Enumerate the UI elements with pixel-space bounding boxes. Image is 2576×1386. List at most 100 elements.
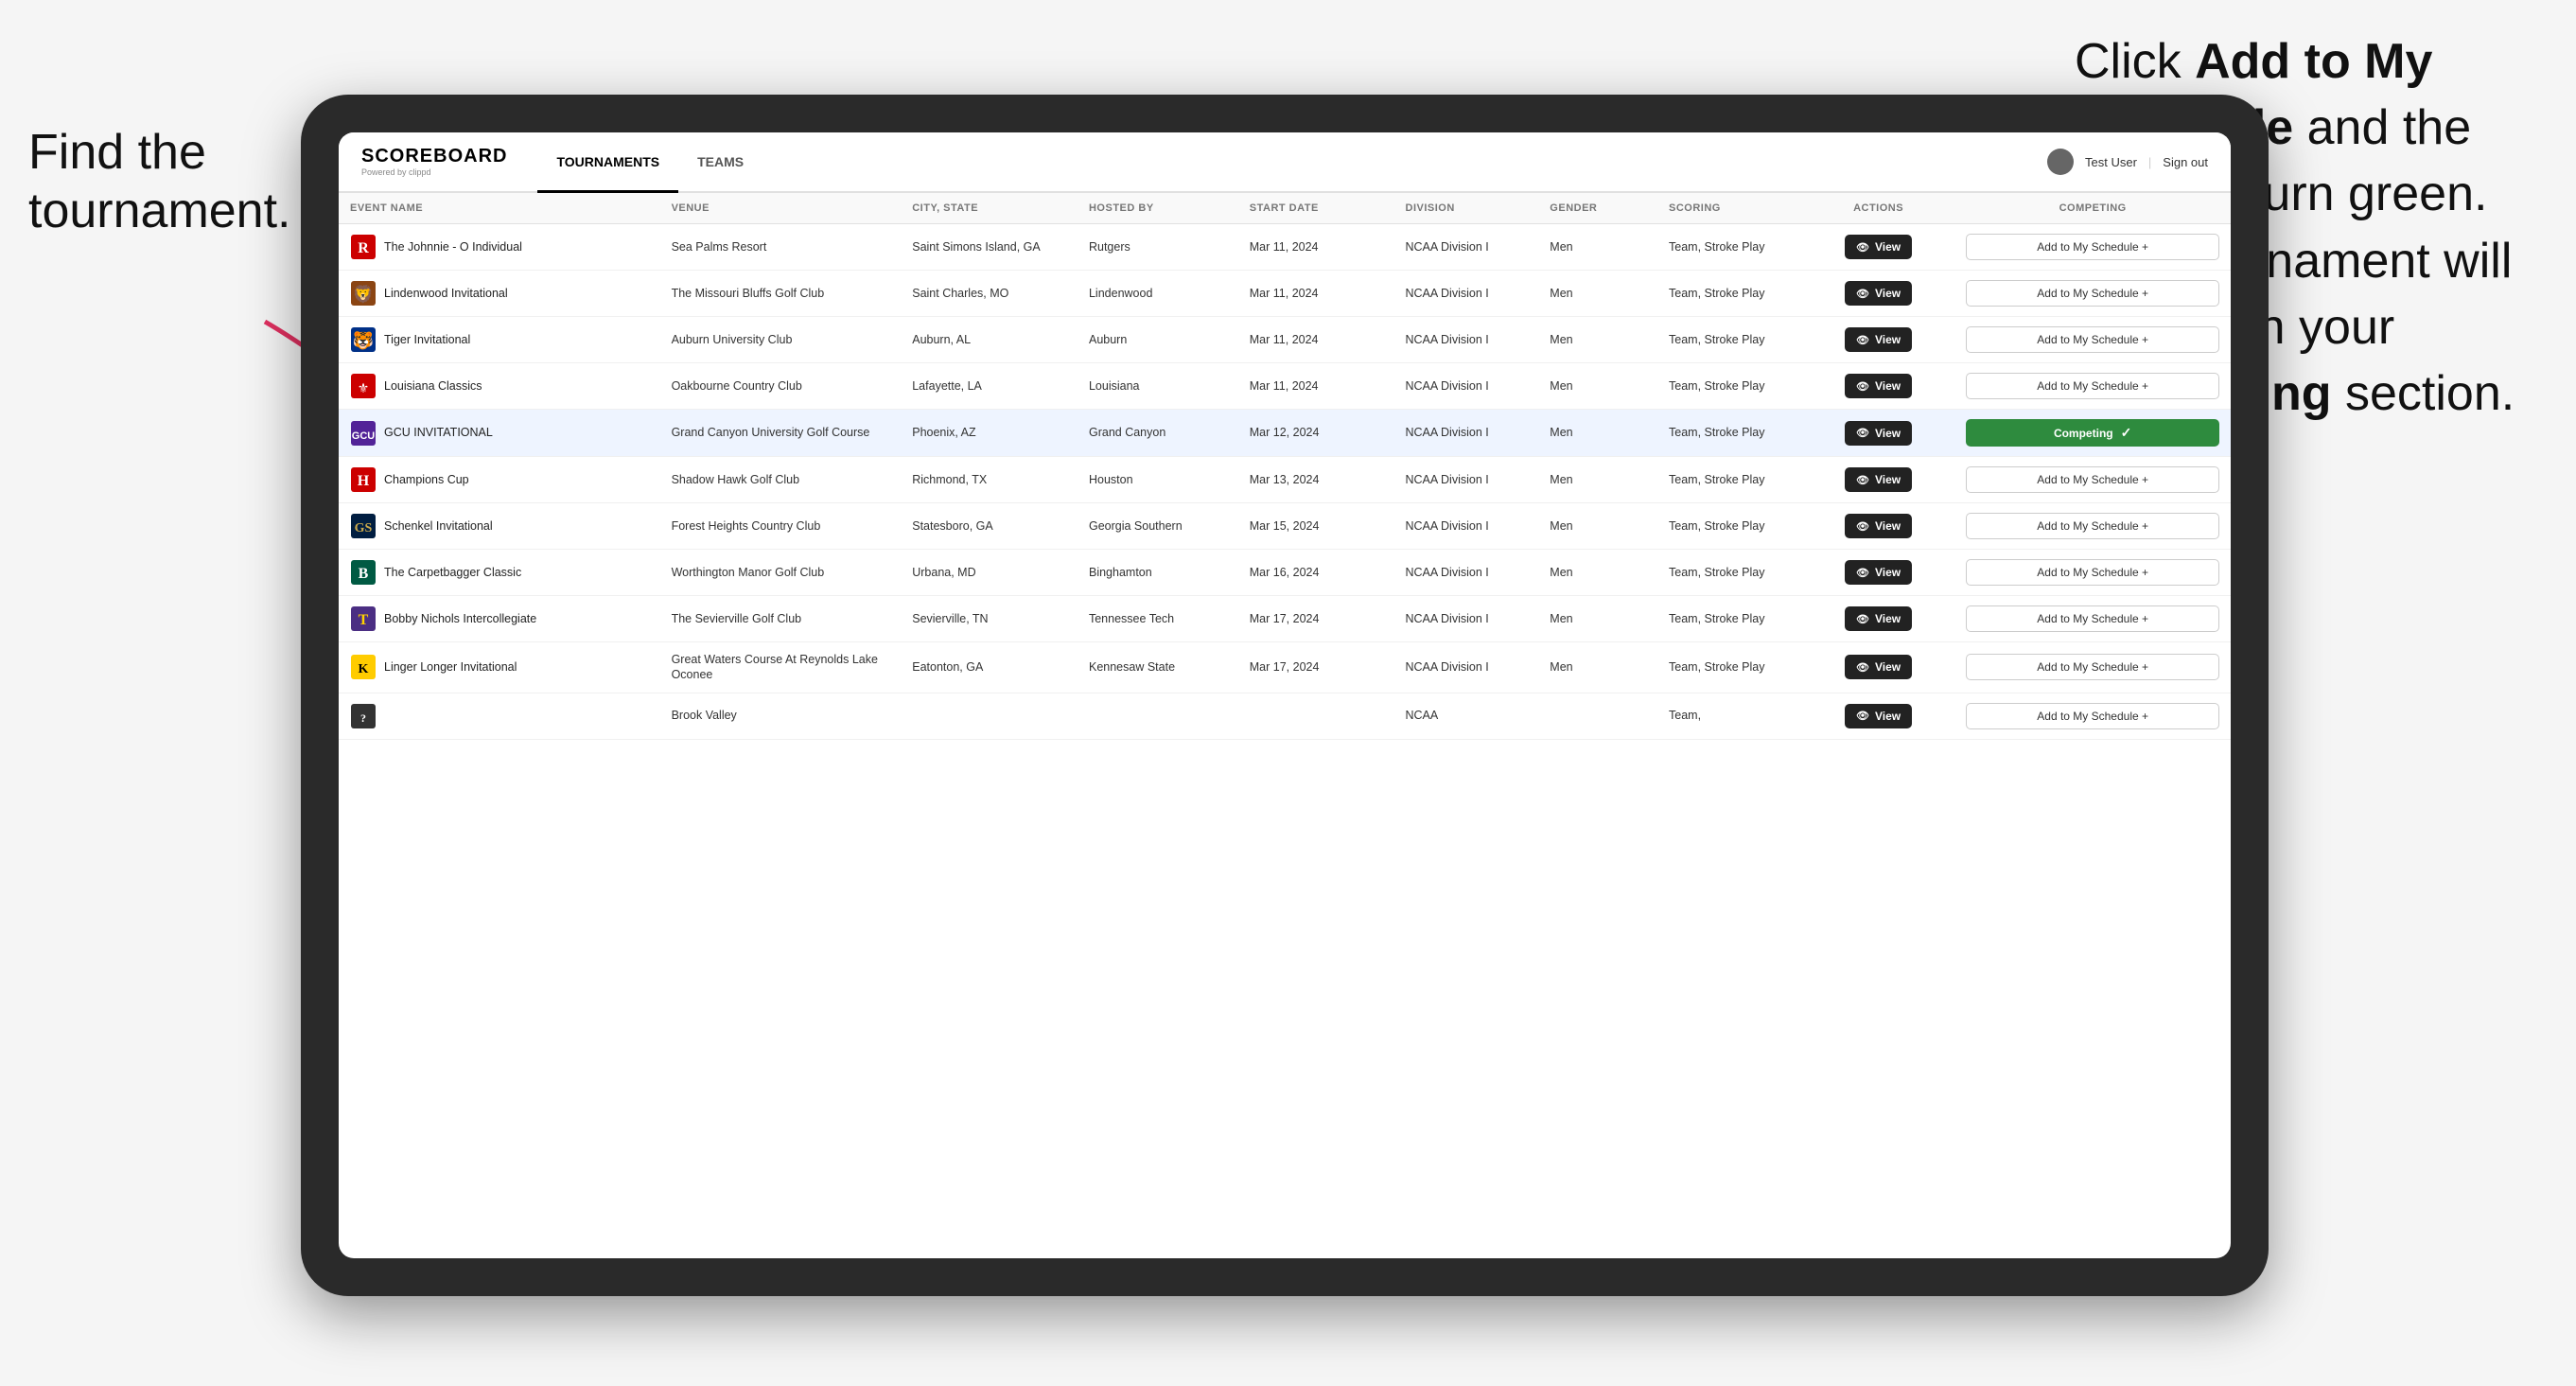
- team-logo: H: [350, 466, 377, 493]
- scoring-cell: Team, Stroke Play: [1657, 317, 1802, 363]
- event-name: Lindenwood Invitational: [384, 286, 508, 301]
- city-cell: Phoenix, AZ: [901, 410, 1078, 457]
- event-name: Schenkel Invitational: [384, 518, 493, 534]
- gender-cell: Men: [1538, 457, 1657, 503]
- sign-out-link[interactable]: Sign out: [2163, 155, 2208, 169]
- actions-cell: 👁 View: [1802, 457, 1954, 503]
- view-button[interactable]: 👁 View: [1845, 235, 1912, 259]
- team-logo: K: [350, 654, 377, 680]
- hosted-cell: Georgia Southern: [1078, 503, 1238, 550]
- eye-icon: 👁: [1856, 380, 1869, 393]
- city-cell: Auburn, AL: [901, 317, 1078, 363]
- scoring-cell: Team, Stroke Play: [1657, 550, 1802, 596]
- hosted-cell: Louisiana: [1078, 363, 1238, 410]
- competing-cell: Add to My Schedule +: [1954, 596, 2231, 642]
- view-button[interactable]: 👁 View: [1845, 374, 1912, 398]
- add-schedule-button[interactable]: Add to My Schedule +: [1966, 513, 2219, 539]
- date-cell: Mar 11, 2024: [1238, 271, 1394, 317]
- view-button[interactable]: 👁 View: [1845, 514, 1912, 538]
- view-button[interactable]: 👁 View: [1845, 606, 1912, 631]
- col-header-hosted: HOSTED BY: [1078, 193, 1238, 224]
- col-header-venue: VENUE: [660, 193, 902, 224]
- eye-icon: 👁: [1856, 613, 1869, 625]
- tablet-screen: SCOREBOARD Powered by clippd TOURNAMENTS…: [339, 132, 2231, 1258]
- eye-icon: 👁: [1856, 567, 1869, 579]
- event-name: GCU INVITATIONAL: [384, 425, 493, 440]
- add-schedule-button[interactable]: Add to My Schedule +: [1966, 280, 2219, 307]
- col-header-date: START DATE: [1238, 193, 1394, 224]
- col-header-city: CITY, STATE: [901, 193, 1078, 224]
- tab-tournaments[interactable]: TOURNAMENTS: [537, 132, 678, 193]
- view-button[interactable]: 👁 View: [1845, 560, 1912, 585]
- col-header-gender: GENDER: [1538, 193, 1657, 224]
- hosted-cell: Auburn: [1078, 317, 1238, 363]
- actions-cell: 👁 View: [1802, 224, 1954, 271]
- col-header-event: EVENT NAME: [339, 193, 660, 224]
- date-cell: [1238, 693, 1394, 739]
- view-button[interactable]: 👁 View: [1845, 281, 1912, 306]
- add-schedule-button[interactable]: Add to My Schedule +: [1966, 234, 2219, 260]
- add-schedule-button[interactable]: Add to My Schedule +: [1966, 605, 2219, 632]
- gender-cell: Men: [1538, 224, 1657, 271]
- add-schedule-button[interactable]: Add to My Schedule +: [1966, 703, 2219, 729]
- tournaments-table: EVENT NAME VENUE CITY, STATE HOSTED BY S…: [339, 193, 2231, 740]
- competing-cell: Add to My Schedule +: [1954, 457, 2231, 503]
- svg-text:B: B: [359, 566, 369, 582]
- add-schedule-button[interactable]: Add to My Schedule +: [1966, 373, 2219, 399]
- eye-icon: 👁: [1856, 241, 1869, 254]
- view-button[interactable]: 👁 View: [1845, 655, 1912, 679]
- venue-cell: Shadow Hawk Golf Club: [660, 457, 902, 503]
- venue-cell: Great Waters Course At Reynolds Lake Oco…: [660, 642, 902, 693]
- col-header-scoring: SCORING: [1657, 193, 1802, 224]
- add-schedule-button[interactable]: Add to My Schedule +: [1966, 654, 2219, 680]
- nav-bar: SCOREBOARD Powered by clippd TOURNAMENTS…: [339, 132, 2231, 193]
- table-row: T Bobby Nichols Intercollegiate The Sevi…: [339, 596, 2231, 642]
- city-cell: [901, 693, 1078, 739]
- date-cell: Mar 11, 2024: [1238, 363, 1394, 410]
- tab-teams[interactable]: TEAMS: [678, 132, 762, 193]
- view-button[interactable]: 👁 View: [1845, 421, 1912, 446]
- view-button[interactable]: 👁 View: [1845, 467, 1912, 492]
- division-cell: NCAA Division I: [1394, 271, 1539, 317]
- actions-cell: 👁 View: [1802, 693, 1954, 739]
- table-row: ? Brook ValleyNCAATeam, 👁 View Add to My…: [339, 693, 2231, 739]
- event-name: The Carpetbagger Classic: [384, 565, 521, 580]
- date-cell: Mar 17, 2024: [1238, 596, 1394, 642]
- add-schedule-button[interactable]: Add to My Schedule +: [1966, 559, 2219, 586]
- city-cell: Saint Simons Island, GA: [901, 224, 1078, 271]
- svg-text:K: K: [359, 662, 369, 676]
- team-logo: R: [350, 234, 377, 260]
- view-button[interactable]: 👁 View: [1845, 327, 1912, 352]
- venue-cell: Forest Heights Country Club: [660, 503, 902, 550]
- hosted-cell: Houston: [1078, 457, 1238, 503]
- view-button[interactable]: 👁 View: [1845, 704, 1912, 728]
- svg-text:H: H: [358, 473, 370, 489]
- gender-cell: Men: [1538, 410, 1657, 457]
- actions-cell: 👁 View: [1802, 317, 1954, 363]
- division-cell: NCAA Division I: [1394, 317, 1539, 363]
- event-cell: B The Carpetbagger Classic: [339, 550, 660, 596]
- table-container[interactable]: EVENT NAME VENUE CITY, STATE HOSTED BY S…: [339, 193, 2231, 1258]
- table-row: GCU GCU INVITATIONAL Grand Canyon Univer…: [339, 410, 2231, 457]
- competing-cell: Add to My Schedule +: [1954, 693, 2231, 739]
- scoring-cell: Team, Stroke Play: [1657, 271, 1802, 317]
- event-cell: ⚜ Louisiana Classics: [339, 363, 660, 410]
- scoring-cell: Team, Stroke Play: [1657, 642, 1802, 693]
- city-cell: Richmond, TX: [901, 457, 1078, 503]
- add-schedule-button[interactable]: Add to My Schedule +: [1966, 466, 2219, 493]
- svg-text:GS: GS: [355, 521, 373, 535]
- annotation-left: Find the tournament.: [28, 123, 291, 241]
- city-cell: Urbana, MD: [901, 550, 1078, 596]
- scoring-cell: Team, Stroke Play: [1657, 410, 1802, 457]
- add-schedule-button[interactable]: Add to My Schedule +: [1966, 326, 2219, 353]
- gender-cell: Men: [1538, 317, 1657, 363]
- hosted-cell: [1078, 693, 1238, 739]
- division-cell: NCAA Division I: [1394, 596, 1539, 642]
- venue-cell: Brook Valley: [660, 693, 902, 739]
- svg-text:⚜: ⚜: [358, 380, 370, 395]
- competing-cell: Add to My Schedule +: [1954, 363, 2231, 410]
- hosted-cell: Grand Canyon: [1078, 410, 1238, 457]
- competing-button[interactable]: Competing ✓: [1966, 419, 2219, 447]
- competing-cell: Add to My Schedule +: [1954, 642, 2231, 693]
- logo-sub: Powered by clippd: [361, 167, 507, 177]
